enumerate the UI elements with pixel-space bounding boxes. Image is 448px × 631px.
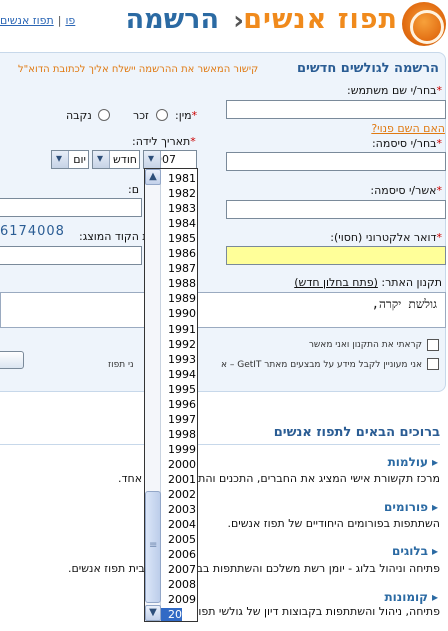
feature-forums-desc: השתתפות בפורומים היחודיים של תפוז אנשים. [227,517,441,530]
top-links: פו|תפוז אנשים [0,14,76,27]
feature-blogs-desc: פתיחה וניהול בלוג - יומן רשת משלכם והשתת… [196,562,440,575]
feature-blogs-title[interactable]: בלוגים [392,544,438,558]
top-link-partial[interactable]: פו [65,14,75,27]
page-title: הרשמה [125,4,219,35]
offers-label-suffix: ני תפוז [108,360,134,370]
panel-note: קישור המאשר את ההרשמה יישלח אליך לכתובת … [18,64,259,75]
terms-open-link[interactable]: (פתח בחלון חדש) [294,276,378,289]
feature-communities-desc: פתיחה, ניהול והשתתפות בקבוצות דיון של גו… [194,605,440,618]
captcha-number: 6174008 [0,224,65,239]
scroll-up-icon[interactable]: ▲ [145,169,161,185]
terms-label: תקנון האתר: [381,276,442,289]
offers-checkbox[interactable] [427,358,439,370]
tapuz-logo-icon[interactable] [402,2,446,46]
month-select[interactable]: חודש [92,150,140,169]
feature-blogs-desc-tail: מבית תפוז אנשים. [68,562,153,575]
header: תפוז אנשים › הרשמה פו|תפוז אנשים [0,0,448,46]
captcha-image-field [0,198,142,217]
terms-textarea[interactable]: גולשת יקרה, [0,292,446,328]
feature-communities-title[interactable]: קומונות [384,590,438,604]
email-input[interactable] [226,246,446,265]
submit-button[interactable] [0,351,24,369]
captcha-partial-label: ם: [128,183,140,196]
captcha-input[interactable] [0,246,142,265]
scroll-down-icon[interactable]: ▼ [145,605,161,621]
top-link-tapuz-people[interactable]: תפוז אנשים [0,14,54,27]
birthdate-label: *תאריך לידה: [132,135,196,148]
male-radio[interactable] [156,109,168,121]
breadcrumb-separator-icon: › [233,6,244,36]
year-select-arrow-icon[interactable] [144,151,161,168]
terms-label-row: תקנון האתר: (פתח בחלון חדש) [294,276,442,289]
month-select-arrow-icon[interactable] [93,151,110,168]
year-select[interactable]: 1907 [143,150,197,169]
email-label: *דואר אלקטרוני (חסוי): [330,231,442,244]
gender-label: *מין: [175,109,198,122]
feature-forums-title[interactable]: פורומים [384,500,438,514]
password-input[interactable] [226,152,446,171]
year-dropdown-scrollbar[interactable]: ▲ ▼ [145,169,161,621]
agree-terms-checkbox[interactable] [427,339,439,351]
password-label: *בחר/י סיסמה: [371,137,442,150]
female-label: נקבה [66,109,92,122]
name-available-link[interactable]: האם השם פנוי? [371,122,445,135]
day-select[interactable]: יום [51,150,89,169]
month-select-value: חודש [113,153,137,166]
divider [0,444,440,445]
captcha-code-label: ת הקוד המוצג: [79,230,150,243]
agree-terms-label: קראתי את התקנון ואני מאשר [308,340,422,350]
day-select-value: יום [73,153,86,166]
offers-label: אני מעוניין לקבל מידע על מבצעים מאתר Get… [220,360,422,370]
panel-title: הרשמה לגולשים חדשים [296,61,439,76]
feature-worlds-desc: מרכז תקשורת אישי המציג את החברים, התכנים… [190,472,440,485]
username-label: *בחר/י שם משתמש: [347,84,442,97]
username-input[interactable] [226,100,446,119]
female-radio[interactable] [98,109,110,121]
confirm-password-label: *אשר/י סיסמה: [370,184,442,197]
male-label: זכר [133,109,149,122]
brand-name: תפוז אנשים [243,4,398,35]
scroll-thumb[interactable] [145,491,161,603]
feature-worlds-title[interactable]: עולמות [388,455,438,469]
confirm-password-input[interactable] [226,200,446,219]
day-select-arrow-icon[interactable] [52,151,69,168]
welcome-title: ברוכים הבאים לתפוז אנשים [273,425,440,440]
